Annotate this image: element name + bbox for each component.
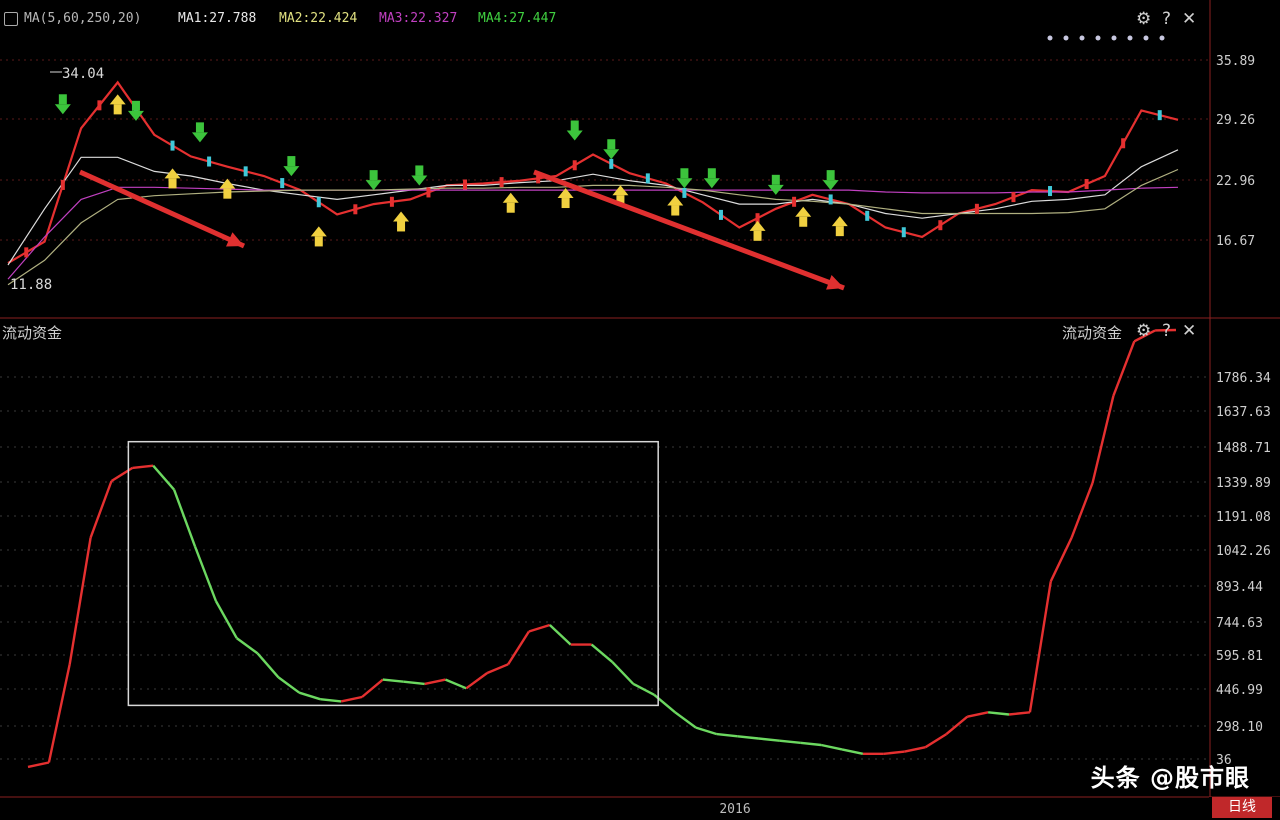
indicator-y-tick-label: 1637.63 <box>1216 405 1271 420</box>
price-candle <box>865 210 870 221</box>
indicator-y-tick-label: 893.44 <box>1216 580 1263 595</box>
legend-ma-params: MA(5,60,250,20) <box>24 11 142 26</box>
price-y-tick-label: 22.96 <box>1216 174 1255 189</box>
panel-menu-icon[interactable] <box>4 12 18 26</box>
price-candle <box>682 187 687 198</box>
indicator-close-icon[interactable]: ✕ <box>1182 321 1196 341</box>
price-candle <box>97 100 102 111</box>
indicator-name-right[interactable]: 流动资金 <box>1062 322 1122 343</box>
sell-signal-arrow-stem <box>771 174 780 185</box>
price-candle <box>1084 178 1089 189</box>
sell-signal-arrow-stem <box>570 120 579 131</box>
price-candle <box>1048 186 1053 197</box>
price-candle <box>243 166 248 177</box>
chart-canvas: 35.89 29.26 22.96 16.67 34.04 11.88 1786.34 163… <box>0 0 1280 820</box>
indicator-y-tick-label: 1786.34 <box>1216 371 1271 386</box>
sell-signal-arrow-stem <box>826 170 835 181</box>
buy-signal-arrow-stem <box>753 230 762 241</box>
price-candle <box>1011 192 1016 203</box>
indicator-y-tick-label: 1488.71 <box>1216 441 1271 456</box>
price-candle <box>938 220 943 231</box>
legend-ma4: MA4:27.447 <box>478 11 557 26</box>
marker-dot <box>1111 35 1117 41</box>
price-candle <box>60 179 65 190</box>
buy-signal-arrow-stem <box>314 236 323 247</box>
buy-signal-arrow-stem <box>113 104 122 115</box>
settings-gear-icon[interactable]: ⚙ <box>1136 9 1151 29</box>
buy-signal-arrow-stem <box>835 226 844 237</box>
legend-ma3: MA3:22.327 <box>379 11 458 26</box>
price-candle <box>389 196 394 207</box>
sell-signal-arrow-stem <box>707 168 716 179</box>
price-candle <box>170 140 175 151</box>
price-candle <box>24 247 29 258</box>
price-candle <box>353 204 358 215</box>
marker-dot <box>1047 35 1053 41</box>
price-candle <box>499 177 504 188</box>
indicator-help-icon[interactable]: ? <box>1162 321 1171 341</box>
buy-signal-arrow-stem <box>223 188 232 199</box>
marker-dot <box>1095 35 1101 41</box>
buy-signal-arrow-stem <box>799 216 808 227</box>
indicator-x-tick-label: 2016 <box>719 802 750 817</box>
price-candle <box>828 194 833 205</box>
price-y-tick-label: 29.26 <box>1216 113 1255 128</box>
price-candle <box>901 227 906 238</box>
help-icon[interactable]: ? <box>1162 9 1171 29</box>
indicator-y-tick-label: 1042.26 <box>1216 544 1271 559</box>
price-candle <box>207 156 212 167</box>
price-candle <box>792 196 797 207</box>
indicator-name-left: 流动资金 <box>2 324 63 342</box>
sell-signal-arrow-stem <box>131 100 140 111</box>
price-candle <box>463 179 468 190</box>
price-y-tick-label: 16.67 <box>1216 234 1255 249</box>
sell-signal-arrow-stem <box>680 168 689 179</box>
price-candle <box>1157 110 1162 121</box>
legend-ma2: MA2:22.424 <box>279 11 358 26</box>
period-tab-daily[interactable]: 日线 <box>1212 797 1272 818</box>
indicator-y-tick-label: 446.99 <box>1216 683 1263 698</box>
price-candle <box>426 187 431 198</box>
price-candle <box>609 158 614 169</box>
marker-dot <box>1159 35 1165 41</box>
sell-signal-arrow-stem <box>607 139 616 150</box>
buy-signal-arrow-stem <box>168 178 177 189</box>
marker-dot <box>1079 35 1085 41</box>
price-candle <box>280 178 285 189</box>
indicator-y-tick-label: 595.81 <box>1216 649 1263 664</box>
sell-signal-arrow-stem <box>58 94 67 105</box>
buy-signal-arrow-stem <box>506 202 515 213</box>
price-candle <box>718 209 723 220</box>
price-candle <box>572 160 577 171</box>
price-low-annotation: 11.88 <box>10 277 52 293</box>
buy-signal-arrow-stem <box>397 221 406 232</box>
indicator-y-tick-label: 1339.89 <box>1216 476 1271 491</box>
marker-dot <box>1143 35 1149 41</box>
marker-dot <box>1127 35 1133 41</box>
sell-signal-arrow-stem <box>369 170 378 181</box>
indicator-y-tick-label: 1191.08 <box>1216 510 1271 525</box>
price-candle <box>645 173 650 184</box>
price-y-tick-label: 35.89 <box>1216 54 1255 69</box>
indicator-y-tick-label: 298.10 <box>1216 720 1263 735</box>
sell-signal-arrow-stem <box>415 165 424 176</box>
price-candle <box>316 197 321 208</box>
buy-signal-arrow-stem <box>561 198 570 209</box>
background <box>0 0 1280 820</box>
sell-signal-arrow-stem <box>195 122 204 133</box>
close-icon[interactable]: ✕ <box>1182 9 1196 29</box>
indicator-settings-gear-icon[interactable]: ⚙ <box>1136 321 1151 341</box>
price-candle <box>974 203 979 214</box>
price-candle <box>1121 138 1126 149</box>
marker-dot <box>1063 35 1069 41</box>
sell-signal-arrow-stem <box>287 156 296 167</box>
legend-ma1: MA1:27.788 <box>178 11 257 26</box>
price-high-annotation: 34.04 <box>62 66 104 82</box>
buy-signal-arrow-stem <box>671 205 680 216</box>
watermark: 头条 @股市眼 <box>1090 764 1250 792</box>
indicator-y-tick-label: 744.63 <box>1216 616 1263 631</box>
